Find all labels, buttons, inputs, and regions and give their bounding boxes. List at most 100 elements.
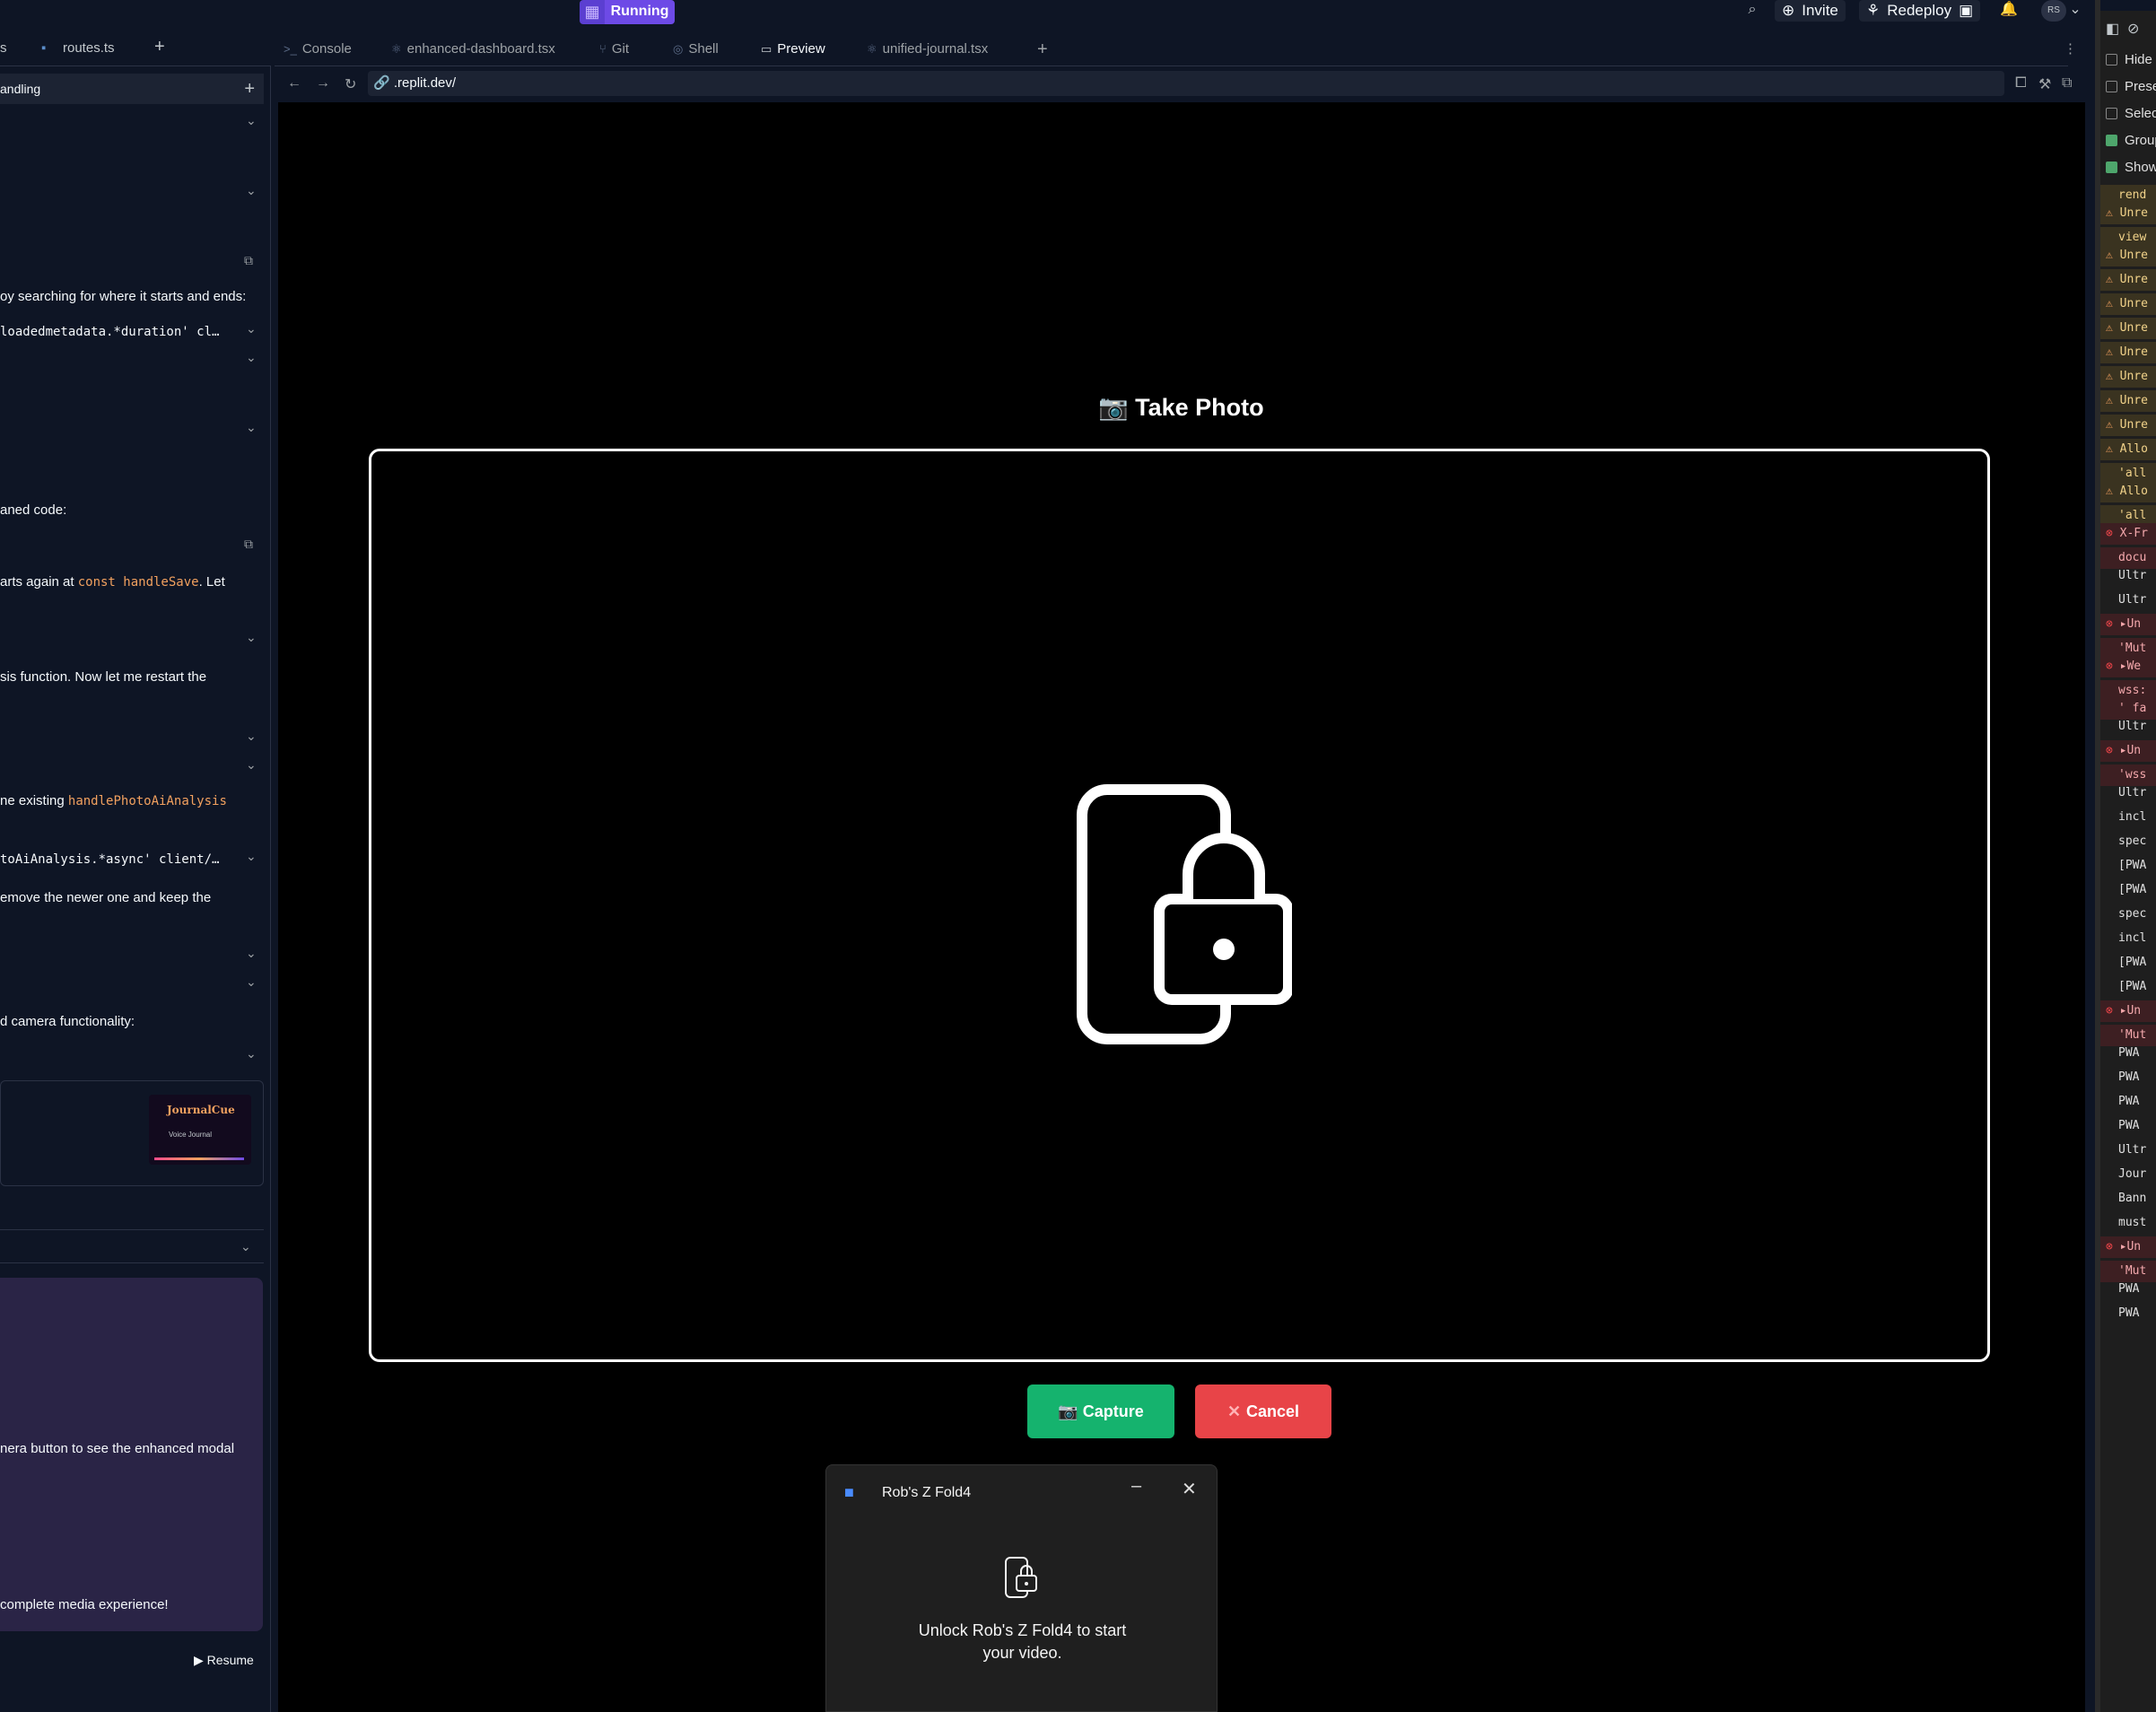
checkbox-box[interactable] [2106,54,2117,66]
devices-icon[interactable]: ⧠ [2015,75,2027,92]
new-tab-plus-icon[interactable]: + [1037,32,1048,66]
console-message-row[interactable]: Ultr [2100,782,2156,804]
console-message-row[interactable]: Ultr [2100,716,2156,738]
reload-icon[interactable]: ↻ [345,75,356,93]
tab-enhanced-dashboard[interactable]: ⚛ enhanced-dashboard.tsx [391,32,555,66]
tab-git[interactable]: ⑂ Git [599,32,629,66]
url-input[interactable]: 🔗 .replit.dev/ [368,71,2004,96]
console-message-row[interactable]: incl [2100,807,2156,828]
close-icon[interactable]: ✕ [1182,1478,1197,1500]
console-message-row[interactable]: ⚠ Allo [2100,439,2156,460]
chevron-down-icon[interactable]: ⌄ [2068,0,2082,22]
open-new-window-icon[interactable]: ⧉ [2062,75,2072,92]
checkbox-box[interactable] [2106,162,2117,173]
console-message-row[interactable]: [PWA [2100,976,2156,998]
chevron-down-icon[interactable]: ⌄ [246,321,257,336]
sidebar-toggle-icon[interactable]: ◧ [2106,20,2119,38]
chevron-down-icon[interactable]: ⌄ [246,630,257,645]
chevron-down-icon[interactable]: ⌄ [246,113,257,128]
tab-fragment[interactable]: s [0,40,7,56]
console-message-row[interactable]: ⚠ Unre [2100,245,2156,266]
console-message-row[interactable]: ⊗ ▸Un [2100,1000,2156,1022]
console-message-row[interactable]: ⊗ ▸Un [2100,614,2156,635]
chevron-down-icon[interactable]: ⌄ [246,420,257,435]
more-options-icon[interactable]: ⋮ [2064,32,2077,66]
chevron-down-icon[interactable]: ⌄ [246,183,257,198]
console-message-row[interactable]: [PWA [2100,952,2156,974]
console-message-row[interactable]: ⚠ Unre [2100,342,2156,363]
console-message-row[interactable]: spec [2100,831,2156,852]
console-message-row[interactable]: ⊗ ▸We [2100,656,2156,677]
console-filter-checkbox[interactable]: Hide [2106,52,2152,67]
console-message-row[interactable]: ⚠ Unre [2100,318,2156,339]
console-message-row[interactable]: Bann [2100,1188,2156,1210]
clear-console-icon[interactable]: ⊘ [2127,20,2139,38]
user-avatar[interactable]: RS [2041,0,2066,22]
chevron-down-icon[interactable]: ⌄ [246,757,257,773]
console-message-row[interactable]: ⚠ Unre [2100,415,2156,436]
checkbox-box[interactable] [2106,135,2117,146]
console-message-row[interactable]: PWA [2100,1067,2156,1088]
console-message-row[interactable]: PWA [2100,1091,2156,1113]
redeploy-button[interactable]: ⚘ Redeploy ▣ [1859,0,1981,22]
chevron-down-icon[interactable]: ⌄ [246,946,257,961]
console-message-row[interactable]: PWA [2100,1043,2156,1064]
forward-arrow-icon[interactable]: → [316,75,330,92]
tab-console[interactable]: >_ Console [284,32,352,66]
run-grid-icon[interactable]: ▦ [580,0,605,24]
collapsed-section[interactable]: ⌄ [0,1229,264,1263]
new-chat-plus-icon[interactable]: + [244,74,255,104]
capture-button[interactable]: 📷 Capture [1027,1384,1174,1438]
chevron-down-icon[interactable]: ⌄ [240,1239,251,1254]
console-message-row[interactable]: [PWA [2100,879,2156,901]
console-message-row[interactable]: PWA [2100,1115,2156,1137]
console-message-row[interactable]: ⊗ ▸Un [2100,740,2156,762]
run-status-button[interactable]: Running [605,0,675,24]
console-message-row[interactable]: ⚠ Unre [2100,390,2156,412]
console-message-row[interactable]: ⚠ Unre [2100,203,2156,224]
console-message-row[interactable]: ⚠ Unre [2100,269,2156,291]
console-message-row[interactable]: PWA [2100,1279,2156,1300]
console-message-row[interactable]: Ultr [2100,1140,2156,1161]
console-message-row[interactable]: Ultr [2100,590,2156,611]
chevron-down-icon[interactable]: ⌄ [246,729,257,744]
tab-routes[interactable]: routes.ts [63,40,115,56]
console-filter-checkbox[interactable]: Show [2106,160,2156,175]
console-message-row[interactable]: ⊗ ▸Un [2100,1236,2156,1258]
invite-button[interactable]: ⊕ Invite [1775,0,1846,22]
tab-unified-journal[interactable]: ⚛ unified-journal.tsx [867,32,988,66]
tab-shell[interactable]: ◎ Shell [673,32,719,66]
chevron-down-icon[interactable]: ⌄ [246,1046,257,1061]
open-external-icon[interactable]: ⧉ [244,253,253,268]
back-arrow-icon[interactable]: ← [287,75,301,92]
console-message-row[interactable]: Jour [2100,1164,2156,1185]
console-filter-checkbox[interactable]: Selec [2106,106,2156,121]
console-message-row[interactable]: ⊗ X-Fr [2100,523,2156,545]
console-message-row[interactable]: ⚠ Allo [2100,481,2156,502]
screenshot-thumbnail[interactable]: JournalCue Voice Journal [149,1095,251,1165]
checkbox-box[interactable] [2106,108,2117,119]
resume-button[interactable]: ▶ Resume [194,1653,254,1668]
console-filter-checkbox[interactable]: Prese [2106,79,2156,94]
tool-call-line[interactable]: toAiAnalysis.*async' client/… [0,852,219,867]
notifications-bell-icon[interactable]: 🔔 [1997,0,2021,22]
console-message-row[interactable]: must [2100,1212,2156,1234]
console-message-row[interactable]: Ultr [2100,565,2156,587]
chevron-down-icon[interactable]: ⌄ [246,974,257,990]
checkbox-box[interactable] [2106,81,2117,92]
console-message-row[interactable]: incl [2100,928,2156,949]
devtools-wrench-icon[interactable]: ⚒ [2038,75,2051,93]
tool-call-line[interactable]: loadedmetadata.*duration' cl… [0,325,219,339]
console-message-row[interactable]: spec [2100,904,2156,925]
console-message-row[interactable]: PWA [2100,1303,2156,1324]
console-message-row[interactable]: [PWA [2100,855,2156,877]
chevron-down-icon[interactable]: ⌄ [246,350,257,365]
cancel-button[interactable]: ✕ Cancel [1195,1384,1331,1438]
new-tab-plus-icon[interactable]: + [154,37,165,57]
chevron-down-icon[interactable]: ⌄ [246,849,257,864]
console-filter-checkbox[interactable]: Group [2106,133,2156,148]
console-message-row[interactable]: ⚠ Unre [2100,293,2156,315]
console-message-row[interactable]: ⚠ Unre [2100,366,2156,388]
minimize-icon[interactable]: – [1131,1476,1141,1497]
search-icon[interactable]: ⌕ [1741,0,1764,22]
